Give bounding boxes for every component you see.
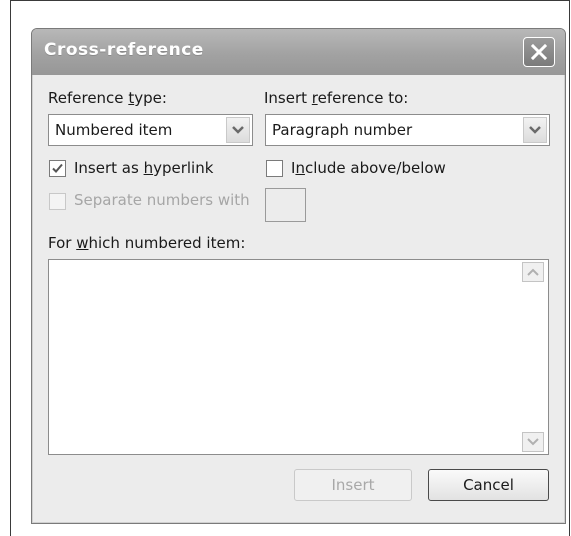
reference-type-dropdown-button[interactable] [226,117,250,143]
insert-reference-to-value: Paragraph number [272,121,413,139]
close-button[interactable] [523,37,555,67]
separate-numbers-checkbox [49,193,66,210]
include-above-below-label[interactable]: Include above/below [291,159,446,177]
page-border-right [569,0,570,536]
chevron-up-icon [527,268,539,276]
separate-numbers-input [265,188,306,222]
numbered-items-list[interactable] [48,259,549,455]
insert-reference-to-dropdown-button[interactable] [523,117,547,143]
scroll-down-button[interactable] [522,432,544,452]
page-border-top [10,0,570,1]
reference-type-value: Numbered item [55,121,173,139]
chevron-down-icon [529,126,541,134]
insert-reference-to-label: Insert reference to: [264,89,409,107]
scroll-up-button[interactable] [522,262,544,282]
cancel-button[interactable]: Cancel [428,469,549,501]
insert-reference-to-select[interactable]: Paragraph number [265,114,550,146]
dialog-title: Cross-reference [44,40,204,60]
page-border-left [10,0,11,536]
close-icon [531,44,547,60]
insert-as-hyperlink-label[interactable]: Insert as hyperlink [74,159,213,177]
reference-type-label: Reference type: [48,89,167,107]
reference-type-select[interactable]: Numbered item [48,114,253,146]
cross-reference-dialog: Cross-reference Reference type: Numbered… [31,28,566,524]
include-above-below-checkbox[interactable] [266,160,283,177]
chevron-down-icon [232,126,244,134]
insert-button: Insert [294,469,412,501]
checkmark-icon [52,163,63,173]
for-which-item-label: For which numbered item: [48,234,246,252]
separate-numbers-label: Separate numbers with [74,191,250,209]
chevron-down-icon [527,438,539,446]
insert-as-hyperlink-checkbox[interactable] [49,160,66,177]
dialog-titlebar[interactable]: Cross-reference [32,29,565,75]
list-scrollbar[interactable] [522,262,546,452]
